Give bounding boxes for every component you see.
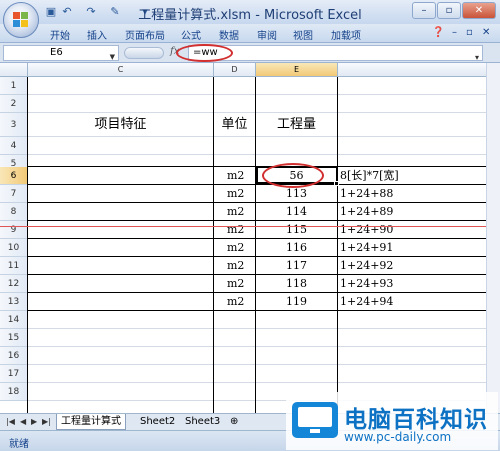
annotation-red-line — [0, 226, 500, 227]
row-header[interactable]: 11 — [0, 257, 28, 275]
row-header[interactable]: 4 — [0, 137, 28, 155]
vertical-scrollbar[interactable] — [486, 63, 500, 413]
watermark-title: 电脑百科知识 — [344, 407, 488, 433]
formula-cell[interactable]: 1+24+93 — [340, 275, 490, 293]
restore-button[interactable]: ▫ — [437, 2, 461, 19]
unit-cell[interactable]: m2 — [227, 203, 255, 221]
row-header[interactable]: 16 — [0, 347, 28, 365]
header-item-feature[interactable]: 项目特征 — [28, 116, 213, 134]
watermark-url: www.pc-daily.com — [344, 430, 452, 444]
formula-cell[interactable]: 1+24+90 — [340, 221, 490, 239]
unit-cell[interactable]: m2 — [227, 293, 255, 311]
tab-addins[interactable]: 加载项 — [331, 27, 361, 42]
row-header[interactable]: 3 — [0, 113, 28, 137]
tab-page-layout[interactable]: 页面布局 — [125, 27, 165, 42]
title-bar: ▣ ↶ ↷ ✎ ▾ 工程量计算式.xlsm - Microsoft Excel … — [0, 0, 500, 38]
quantity-cell[interactable]: 117 — [256, 257, 337, 275]
row-header[interactable]: 1 — [0, 77, 28, 95]
tab-formulas[interactable]: 公式 — [181, 27, 201, 42]
close-button[interactable]: ✕ — [462, 2, 496, 19]
formula-cell[interactable]: 1+24+92 — [340, 257, 490, 275]
quantity-cell[interactable]: 116 — [256, 239, 337, 257]
name-box-value: E6 — [50, 47, 63, 58]
ribbon-tabs: 开始 插入 页面布局 公式 数据 审阅 视图 加载项 ❓ – ▫ ✕ — [0, 24, 500, 43]
status-text: 就绪 — [9, 439, 29, 450]
row-header[interactable]: 2 — [0, 95, 28, 113]
row-header[interactable]: 13 — [0, 293, 28, 311]
formula-cell[interactable]: 1+24+91 — [340, 239, 490, 257]
sheet-tab[interactable]: Sheet3 — [181, 414, 224, 430]
fill-handle[interactable] — [334, 181, 339, 186]
tab-view[interactable]: 视图 — [293, 27, 313, 42]
row-header[interactable]: 18 — [0, 383, 28, 401]
office-button[interactable] — [3, 2, 39, 38]
row-header[interactable]: 10 — [0, 239, 28, 257]
column-header-f[interactable] — [338, 63, 500, 77]
tab-insert[interactable]: 插入 — [87, 27, 107, 42]
header-unit[interactable]: 单位 — [214, 116, 255, 134]
row-header[interactable]: 14 — [0, 311, 28, 329]
select-all-corner[interactable] — [0, 63, 28, 77]
column-header-d[interactable]: D — [214, 63, 256, 77]
quantity-cell[interactable]: 119 — [256, 293, 337, 311]
quantity-cell[interactable]: 114 — [256, 203, 337, 221]
insert-sheet-icon[interactable]: ⊕ — [226, 414, 242, 430]
row-header-selected[interactable]: 6 — [0, 167, 28, 185]
watermark-logo: 电脑百科知识 www.pc-daily.com — [286, 392, 498, 450]
minimize-ribbon-icon[interactable]: – — [452, 27, 457, 38]
formula-cell[interactable]: 1+24+89 — [340, 203, 490, 221]
formula-cell[interactable]: 1+24+88 — [340, 185, 490, 203]
worksheet-grid[interactable]: C D E 1 2 3 4 5 6 7 8 9 10 11 12 13 14 1… — [0, 63, 500, 413]
help-icon[interactable]: ❓ — [432, 27, 444, 38]
monitor-icon — [292, 402, 338, 438]
annotation-oval-formula — [176, 44, 233, 62]
row-header[interactable]: 9 — [0, 221, 28, 239]
quantity-cell[interactable]: 118 — [256, 275, 337, 293]
formula-cell[interactable]: 8[长]*7[宽] — [340, 167, 490, 185]
unit-cell[interactable]: m2 — [227, 167, 255, 185]
unit-cell[interactable]: m2 — [227, 239, 255, 257]
first-sheet-icon[interactable]: |◀ — [6, 417, 15, 426]
row-header[interactable]: 15 — [0, 329, 28, 347]
restore-icon[interactable]: ▫ — [466, 27, 473, 38]
unit-cell[interactable]: m2 — [227, 275, 255, 293]
row-header[interactable]: 8 — [0, 203, 28, 221]
minimize-button[interactable]: – — [412, 2, 436, 19]
sheet-tab-active[interactable]: 工程量计算式 — [56, 414, 126, 430]
quantity-cell[interactable]: 115 — [256, 221, 337, 239]
row-header[interactable]: 12 — [0, 275, 28, 293]
formula-cell[interactable]: 1+24+94 — [340, 293, 490, 311]
chevron-down-icon[interactable]: ▼ — [110, 50, 115, 64]
formula-bar: E6 ▼ fx =ww ▾ — [0, 43, 500, 63]
tab-review[interactable]: 审阅 — [257, 27, 277, 42]
prev-sheet-icon[interactable]: ◀ — [20, 417, 26, 426]
tab-home[interactable]: 开始 — [50, 27, 70, 42]
name-box[interactable]: E6 ▼ — [3, 45, 119, 61]
sheet-tab[interactable]: Sheet2 — [136, 414, 179, 430]
annotation-oval-e6 — [262, 163, 324, 188]
formula-bar-splitter[interactable] — [124, 47, 164, 59]
office-logo-icon — [13, 12, 29, 28]
column-header-c[interactable]: C — [28, 63, 214, 77]
unit-cell[interactable]: m2 — [227, 221, 255, 239]
unit-cell[interactable]: m2 — [227, 185, 255, 203]
last-sheet-icon[interactable]: ▶| — [42, 417, 51, 426]
unit-cell[interactable]: m2 — [227, 257, 255, 275]
close-icon[interactable]: ✕ — [482, 27, 490, 38]
row-header[interactable]: 7 — [0, 185, 28, 203]
next-sheet-icon[interactable]: ▶ — [31, 417, 37, 426]
column-header-e[interactable]: E — [256, 63, 338, 77]
row-header[interactable]: 17 — [0, 365, 28, 383]
tab-data[interactable]: 数据 — [219, 27, 239, 42]
header-quantity[interactable]: 工程量 — [256, 116, 337, 134]
